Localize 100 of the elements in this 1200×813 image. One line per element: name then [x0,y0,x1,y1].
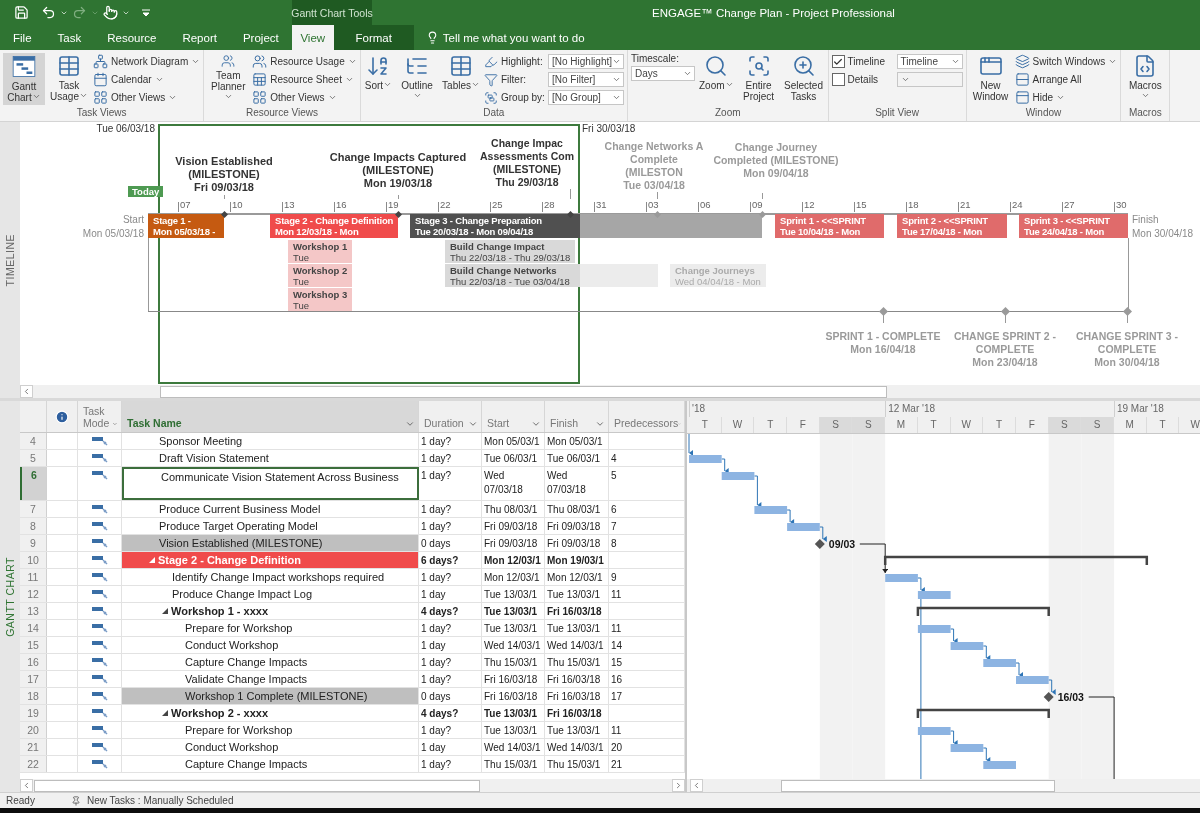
ribbon-tab[interactable]: Resource [94,25,170,50]
row-number[interactable]: 21 [20,739,47,755]
row-number[interactable]: 11 [20,569,47,585]
timeline-bar[interactable]: Stage 3 - Change Preparation Tue 20/03/18 - Mon 09/04/18 [410,214,762,238]
row-number[interactable]: 9 [20,535,47,551]
summary-bracket[interactable] [916,606,1050,616]
timeline-task[interactable]: Build Change Impact Thu 22/03/18 - Thu 29/03/18 [445,240,576,263]
row-number[interactable]: 15 [20,637,47,653]
ribbon-button[interactable]: Network Diagram [93,53,201,70]
task-bar[interactable] [950,642,984,650]
customize-icon[interactable] [142,8,150,17]
row-number[interactable]: 4 [20,433,47,449]
ribbon-tab[interactable]: Project [229,25,292,50]
caret-icon [531,419,541,429]
dropdown-field[interactable] [896,72,963,87]
task-mode-icon [91,453,108,463]
ribbon-button[interactable]: Other Views [93,89,201,106]
ribbon-button[interactable]: Switch Windows [1014,53,1118,70]
ribbon-button[interactable]: Team Planner [207,53,250,105]
dropdown-field[interactable]: Days [631,66,695,81]
task-mode-icon [91,589,108,599]
task-bar[interactable] [917,591,951,599]
timeline-task[interactable]: Workshop 3 Tue [288,288,353,311]
task-bar[interactable] [917,727,951,735]
ribbon-button[interactable]: Zoom [698,53,735,105]
scroll-left-button[interactable] [690,779,703,792]
timeline-bar[interactable]: Sprint 1 - <<SPRINT Tue 10/04/18 - Mon [775,214,884,238]
ribbon-button[interactable]: Arrange All [1014,71,1118,88]
checkbox[interactable] [831,73,845,86]
row-number[interactable]: 10 [20,552,47,568]
row-number[interactable]: 18 [20,688,47,704]
row-number[interactable]: 19 [20,705,47,721]
touch-mode-icon[interactable] [103,5,118,20]
ribbon-button[interactable]: New Window [969,53,1012,105]
collapse-caret-icon[interactable] [162,608,168,614]
collapse-caret-icon[interactable] [162,710,168,716]
ribbon-button[interactable]: Selected Tasks [782,53,825,105]
dropdown-field[interactable]: [No Filter] [548,72,624,87]
ribbon-button[interactable]: Hide [1014,89,1118,106]
summary-bracket[interactable] [916,708,1050,718]
task-bar[interactable] [950,744,984,752]
ribbon-button[interactable]: Resource Usage [252,53,357,70]
ribbon-tab[interactable]: File [0,25,45,50]
timeline-bar[interactable]: Sprint 3 - <<SPRINT Tue 24/04/18 - Mon [1019,214,1128,238]
timeline-bar[interactable]: Sprint 2 - <<SPRINT Tue 17/04/18 - Mon [897,214,1007,238]
task-bar[interactable] [754,506,788,514]
ribbon-button[interactable]: Macros [1124,53,1167,105]
ribbon-tab[interactable]: Task [44,25,95,50]
ribbon-tab[interactable]: Format [333,25,414,50]
row-number[interactable]: 20 [20,722,47,738]
save-icon[interactable] [14,5,29,20]
scrollbar-thumb[interactable] [34,779,480,792]
milestone-label: CHANGE SPRINT 3 - COMPLETE [1074,330,1180,356]
checkbox[interactable] [831,55,845,68]
row-number[interactable]: 6 [20,467,47,500]
row-number[interactable]: 8 [20,518,47,534]
ribbon-button[interactable]: Entire Project [737,53,780,105]
timeline-task[interactable]: Workshop 2 Tue [288,264,353,287]
row-number[interactable]: 17 [20,671,47,687]
undo-icon[interactable] [41,5,56,20]
timeline-task[interactable]: Build Change Networks Thu 22/03/18 - Tue 03/04/18 [445,264,658,287]
scroll-left-button[interactable] [20,385,33,398]
row-number[interactable]: 14 [20,620,47,636]
row-number[interactable]: 5 [20,450,47,466]
task-bar[interactable] [721,472,755,480]
ribbon-button[interactable]: Sort [363,53,394,105]
ribbon-button[interactable]: Tables [441,53,481,105]
dropdown-field[interactable]: Timeline [896,54,963,69]
ribbon-button[interactable]: Outline [396,53,439,105]
ribbon-tab[interactable]: Report [169,25,230,50]
row-number[interactable]: 13 [20,603,47,619]
ribbon-button[interactable]: Other Views [252,89,357,106]
ribbon-button[interactable]: Resource Sheet [252,71,357,88]
redo-icon[interactable] [72,5,87,20]
table-cell: 1 day [419,586,482,602]
row-number[interactable]: 22 [20,756,47,772]
column-header[interactable]: Task Name [122,401,419,432]
milestone-diamond[interactable] [814,539,825,549]
dropdown-field[interactable]: [No Group] [548,90,624,105]
row-number[interactable]: 12 [20,586,47,602]
scrollbar-thumb[interactable] [160,385,887,398]
tell-me-search[interactable]: Tell me what you want to do [442,31,585,44]
timeline-bar[interactable]: Stage 1 - Mon 05/03/18 - [148,214,224,238]
ribbon-button[interactable]: Task Usage [48,53,90,105]
row-number[interactable]: 16 [20,654,47,670]
row-number[interactable]: 7 [20,501,47,517]
timeline-bar[interactable]: Stage 2 - Change Definition Mon 12/03/18 - Mon [270,214,399,238]
dropdown-field[interactable]: [No Highlight] [548,54,624,69]
scrollbar-thumb[interactable] [781,779,1055,792]
ribbon-tab[interactable]: View [291,25,334,50]
summary-bracket[interactable] [883,555,1149,565]
status-text[interactable]: New Tasks : Manually Scheduled [86,795,234,806]
scroll-right-button[interactable] [672,779,685,792]
scroll-left-button[interactable] [20,779,33,792]
ribbon-button[interactable]: Gantt Chart [3,53,45,105]
timescale-day: S [819,417,853,433]
timeline-task[interactable]: Workshop 1 Tue [288,240,353,263]
milestone-diamond[interactable] [1043,692,1054,702]
task-bar[interactable] [917,625,951,633]
ribbon-button[interactable]: Calendar [93,71,201,88]
